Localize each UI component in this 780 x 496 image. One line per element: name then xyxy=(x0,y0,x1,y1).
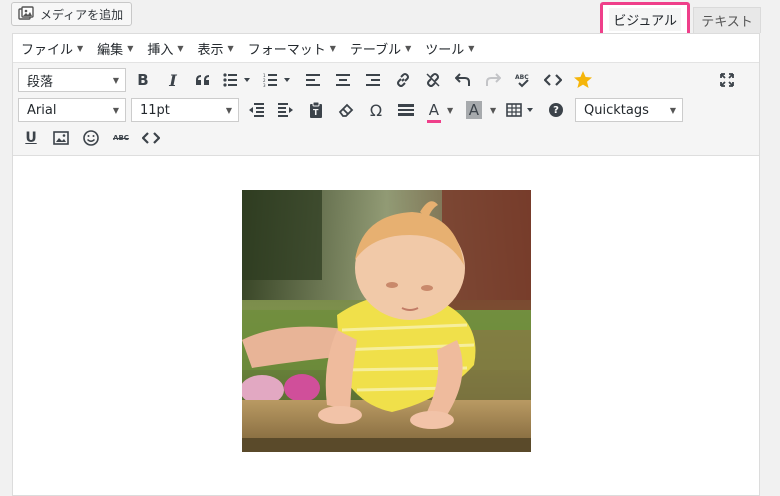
eraser-icon[interactable] xyxy=(331,97,361,123)
quicktags-value: Quicktags xyxy=(584,102,649,118)
toolbar-row-1: 段落 ▼ B I 123 ABC xyxy=(13,67,742,93)
blockquote-icon[interactable] xyxy=(188,67,218,93)
italic-icon[interactable]: I xyxy=(158,67,188,93)
menu-format-label: フォーマット xyxy=(247,42,326,58)
chevron-down-icon: ▼ xyxy=(468,43,475,53)
menu-insert-label: 挿入 xyxy=(147,42,174,58)
link-icon[interactable] xyxy=(388,67,418,93)
font-family-value: Arial xyxy=(27,102,57,118)
fullscreen-icon[interactable] xyxy=(712,67,742,93)
tab-visual[interactable]: ビジュアル xyxy=(609,8,681,31)
chevron-down-icon: ▼ xyxy=(490,105,497,115)
menubar: ファイル ▼ 編集 ▼ 挿入 ▼ 表示 ▼ フォーマット ▼ テーブル ▼ ツール ▼ xyxy=(13,34,759,63)
chevron-down-icon: ▼ xyxy=(112,105,119,115)
svg-text:T: T xyxy=(313,108,319,117)
chevron-down-icon: ▼ xyxy=(405,43,412,53)
help-icon[interactable]: ? xyxy=(541,97,571,123)
menu-table[interactable]: テーブル ▼ xyxy=(350,39,411,58)
redo-icon[interactable] xyxy=(478,67,508,93)
bold-icon[interactable]: B xyxy=(128,67,158,93)
spellcheck-icon[interactable]: ABC xyxy=(508,67,538,93)
hr-icon[interactable] xyxy=(391,97,421,123)
toolbar: 段落 ▼ B I 123 ABC Arial ▼ 11pt ▼ T Ω A ▼ … xyxy=(13,63,759,156)
outdent-icon[interactable] xyxy=(241,97,271,123)
strikethrough-icon[interactable]: ABC xyxy=(106,125,136,151)
editor: ファイル ▼ 編集 ▼ 挿入 ▼ 表示 ▼ フォーマット ▼ テーブル ▼ ツール ▼ 段落 ▼… xyxy=(12,33,760,496)
text-color-swatch xyxy=(426,120,442,123)
image-icon[interactable] xyxy=(46,125,76,151)
align-right-icon[interactable] xyxy=(358,67,388,93)
table-icon[interactable] xyxy=(501,97,541,123)
star-icon[interactable] xyxy=(568,67,598,93)
toolbar-row-3: U ABC xyxy=(13,125,166,151)
menu-file-label: ファイル xyxy=(21,42,74,58)
menu-edit-label: 編集 xyxy=(97,42,124,58)
menu-view-label: 表示 xyxy=(197,42,224,58)
chevron-down-icon: ▼ xyxy=(177,43,184,53)
font-size-value: 11pt xyxy=(140,102,170,118)
add-media-label: メディアを追加 xyxy=(40,7,124,22)
omega-icon[interactable]: Ω xyxy=(361,97,391,123)
font-family-select[interactable]: Arial ▼ xyxy=(18,98,126,122)
menu-view[interactable]: 表示 ▼ xyxy=(198,39,234,58)
chevron-down-icon: ▼ xyxy=(669,105,676,115)
undo-icon[interactable] xyxy=(448,67,478,93)
quicktags-select[interactable]: Quicktags ▼ xyxy=(575,98,683,122)
code-icon[interactable] xyxy=(538,67,568,93)
text-color-icon[interactable]: A ▼ xyxy=(421,97,461,123)
font-size-select[interactable]: 11pt ▼ xyxy=(131,98,239,122)
svg-text:3: 3 xyxy=(263,83,266,87)
bullet-list-icon[interactable] xyxy=(218,67,258,93)
media-icon xyxy=(18,6,34,22)
chevron-down-icon: ▼ xyxy=(447,105,454,115)
code-icon[interactable] xyxy=(136,125,166,151)
paste-icon[interactable]: T xyxy=(301,97,331,123)
format-select-value: 段落 xyxy=(27,74,54,90)
menu-tools-label: ツール xyxy=(425,42,465,58)
chevron-down-icon: ▼ xyxy=(77,43,84,53)
chevron-down-icon: ▼ xyxy=(227,43,234,53)
numbered-list-icon[interactable]: 123 xyxy=(258,67,298,93)
chevron-down-icon: ▼ xyxy=(127,43,134,53)
bg-color-icon[interactable]: A ▼ xyxy=(461,97,501,123)
align-center-icon[interactable] xyxy=(328,67,358,93)
chevron-down-icon: ▼ xyxy=(112,75,119,85)
text-color-letter: A xyxy=(428,101,440,119)
align-left-icon[interactable] xyxy=(298,67,328,93)
help-mark: ? xyxy=(549,103,563,117)
tab-text[interactable]: テキスト xyxy=(693,7,761,33)
menu-table-label: テーブル xyxy=(349,42,402,58)
emoji-icon[interactable] xyxy=(76,125,106,151)
editor-content[interactable] xyxy=(13,156,759,496)
menu-file[interactable]: ファイル ▼ xyxy=(21,39,83,58)
visual-tab-highlight: ビジュアル xyxy=(600,2,690,37)
underline-icon[interactable]: U xyxy=(16,125,46,151)
chevron-down-icon: ▼ xyxy=(225,105,232,115)
format-select[interactable]: 段落 ▼ xyxy=(18,68,126,92)
menu-insert[interactable]: 挿入 ▼ xyxy=(147,39,183,58)
unlink-icon[interactable] xyxy=(418,67,448,93)
chevron-down-icon: ▼ xyxy=(329,43,336,53)
toolbar-row-2: Arial ▼ 11pt ▼ T Ω A ▼ A ▼ ? Quicktags ▼ xyxy=(13,97,683,123)
menu-tools[interactable]: ツール ▼ xyxy=(425,39,474,58)
bg-color-letter: A xyxy=(468,101,480,119)
baby-photo[interactable] xyxy=(242,190,531,452)
menu-format[interactable]: フォーマット ▼ xyxy=(248,39,336,58)
menu-edit[interactable]: 編集 ▼ xyxy=(97,39,133,58)
add-media-button[interactable]: メディアを追加 xyxy=(11,2,133,26)
indent-icon[interactable] xyxy=(271,97,301,123)
